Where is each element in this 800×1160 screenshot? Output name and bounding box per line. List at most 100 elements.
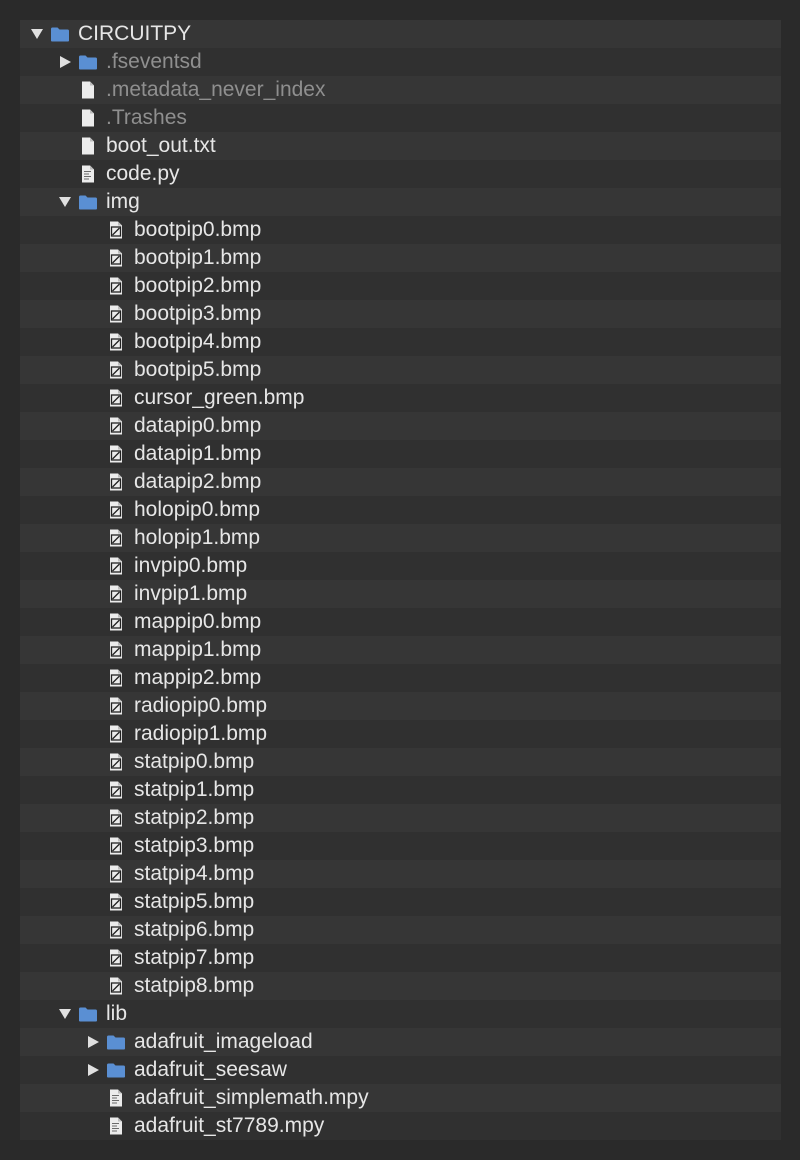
tree-row-file[interactable]: statpip3.bmp bbox=[20, 832, 781, 860]
tree-row-file[interactable]: .Trashes bbox=[20, 104, 781, 132]
tree-item-label: lib bbox=[106, 1002, 128, 1025]
image-file-icon bbox=[106, 809, 126, 827]
tree-row-file[interactable]: adafruit_st7789.mpy bbox=[20, 1112, 781, 1140]
tree-item-label: .Trashes bbox=[106, 106, 187, 129]
tree-row-file[interactable]: cursor_green.bmp bbox=[20, 384, 781, 412]
tree-item-label: .fseventsd bbox=[106, 50, 202, 73]
file-icon bbox=[78, 81, 98, 99]
tree-item-label: radiopip1.bmp bbox=[134, 722, 268, 745]
image-file-icon bbox=[106, 893, 126, 911]
folder-icon bbox=[106, 1033, 126, 1051]
image-file-icon bbox=[106, 277, 126, 295]
image-file-icon bbox=[106, 753, 126, 771]
tree-row-folder[interactable]: adafruit_seesaw bbox=[20, 1056, 781, 1084]
tree-row-file[interactable]: radiopip1.bmp bbox=[20, 720, 781, 748]
tree-row-file[interactable]: statpip5.bmp bbox=[20, 888, 781, 916]
tree-item-label: mappip1.bmp bbox=[134, 638, 262, 661]
image-file-icon bbox=[106, 697, 126, 715]
tree-item-label: statpip7.bmp bbox=[134, 946, 255, 969]
file-icon bbox=[78, 137, 98, 155]
tree-row-file[interactable]: invpip1.bmp bbox=[20, 580, 781, 608]
image-file-icon bbox=[106, 501, 126, 519]
python-file-icon bbox=[106, 1089, 126, 1107]
image-file-icon bbox=[106, 921, 126, 939]
tree-row-folder[interactable]: CIRCUITPY bbox=[20, 20, 781, 48]
tree-row-file[interactable]: adafruit_simplemath.mpy bbox=[20, 1084, 781, 1112]
image-file-icon bbox=[106, 725, 126, 743]
tree-item-label: statpip4.bmp bbox=[134, 862, 255, 885]
image-file-icon bbox=[106, 333, 126, 351]
tree-row-file[interactable]: datapip2.bmp bbox=[20, 468, 781, 496]
tree-row-folder[interactable]: img bbox=[20, 188, 781, 216]
tree-item-label: radiopip0.bmp bbox=[134, 694, 268, 717]
python-file-icon bbox=[78, 165, 98, 183]
tree-row-folder[interactable]: .fseventsd bbox=[20, 48, 781, 76]
image-file-icon bbox=[106, 669, 126, 687]
tree-row-file[interactable]: statpip0.bmp bbox=[20, 748, 781, 776]
tree-item-label: boot_out.txt bbox=[106, 134, 216, 157]
image-file-icon bbox=[106, 473, 126, 491]
tree-row-file[interactable]: mappip0.bmp bbox=[20, 608, 781, 636]
tree-item-label: adafruit_st7789.mpy bbox=[134, 1114, 325, 1137]
tree-row-file[interactable]: datapip1.bmp bbox=[20, 440, 781, 468]
image-file-icon bbox=[106, 949, 126, 967]
tree-row-file[interactable]: radiopip0.bmp bbox=[20, 692, 781, 720]
tree-item-label: datapip2.bmp bbox=[134, 470, 262, 493]
image-file-icon bbox=[106, 221, 126, 239]
tree-item-label: holopip1.bmp bbox=[134, 526, 261, 549]
disclosure-collapsed-icon[interactable] bbox=[85, 1028, 101, 1056]
folder-icon bbox=[78, 1005, 98, 1023]
tree-row-file[interactable]: statpip7.bmp bbox=[20, 944, 781, 972]
image-file-icon bbox=[106, 865, 126, 883]
tree-item-label: mappip2.bmp bbox=[134, 666, 262, 689]
folder-icon bbox=[106, 1061, 126, 1079]
tree-row-file[interactable]: statpip1.bmp bbox=[20, 776, 781, 804]
tree-item-label: statpip3.bmp bbox=[134, 834, 255, 857]
tree-row-file[interactable]: statpip8.bmp bbox=[20, 972, 781, 1000]
tree-item-label: adafruit_simplemath.mpy bbox=[134, 1086, 369, 1109]
tree-item-label: statpip2.bmp bbox=[134, 806, 255, 829]
tree-row-file[interactable]: bootpip4.bmp bbox=[20, 328, 781, 356]
tree-item-label: statpip6.bmp bbox=[134, 918, 255, 941]
tree-row-file[interactable]: holopip0.bmp bbox=[20, 496, 781, 524]
tree-row-file[interactable]: mappip1.bmp bbox=[20, 636, 781, 664]
image-file-icon bbox=[106, 557, 126, 575]
tree-row-file[interactable]: datapip0.bmp bbox=[20, 412, 781, 440]
image-file-icon bbox=[106, 417, 126, 435]
image-file-icon bbox=[106, 837, 126, 855]
disclosure-expanded-icon[interactable] bbox=[29, 20, 45, 48]
tree-item-label: statpip1.bmp bbox=[134, 778, 255, 801]
disclosure-expanded-icon[interactable] bbox=[57, 188, 73, 216]
tree-row-file[interactable]: statpip2.bmp bbox=[20, 804, 781, 832]
tree-item-label: holopip0.bmp bbox=[134, 498, 261, 521]
tree-item-label: bootpip1.bmp bbox=[134, 246, 262, 269]
disclosure-expanded-icon[interactable] bbox=[57, 1000, 73, 1028]
tree-row-file[interactable]: mappip2.bmp bbox=[20, 664, 781, 692]
tree-item-label: bootpip0.bmp bbox=[134, 218, 262, 241]
tree-row-file[interactable]: statpip4.bmp bbox=[20, 860, 781, 888]
image-file-icon bbox=[106, 977, 126, 995]
tree-row-file[interactable]: bootpip0.bmp bbox=[20, 216, 781, 244]
tree-row-folder[interactable]: adafruit_imageload bbox=[20, 1028, 781, 1056]
tree-item-label: mappip0.bmp bbox=[134, 610, 262, 633]
tree-row-file[interactable]: bootpip5.bmp bbox=[20, 356, 781, 384]
disclosure-collapsed-icon[interactable] bbox=[57, 48, 73, 76]
tree-item-label: .metadata_never_index bbox=[106, 78, 326, 101]
tree-row-file[interactable]: bootpip3.bmp bbox=[20, 300, 781, 328]
tree-row-file[interactable]: bootpip2.bmp bbox=[20, 272, 781, 300]
tree-row-file[interactable]: code.py bbox=[20, 160, 781, 188]
disclosure-collapsed-icon[interactable] bbox=[85, 1056, 101, 1084]
tree-row-file[interactable]: invpip0.bmp bbox=[20, 552, 781, 580]
image-file-icon bbox=[106, 529, 126, 547]
tree-row-file[interactable]: holopip1.bmp bbox=[20, 524, 781, 552]
tree-row-folder[interactable]: lib bbox=[20, 1000, 781, 1028]
tree-row-file[interactable]: boot_out.txt bbox=[20, 132, 781, 160]
tree-row-file[interactable]: .metadata_never_index bbox=[20, 76, 781, 104]
python-file-icon bbox=[106, 1117, 126, 1135]
tree-row-file[interactable]: bootpip1.bmp bbox=[20, 244, 781, 272]
tree-item-label: cursor_green.bmp bbox=[134, 386, 305, 409]
image-file-icon bbox=[106, 249, 126, 267]
folder-icon bbox=[78, 53, 98, 71]
tree-item-label: statpip0.bmp bbox=[134, 750, 255, 773]
tree-row-file[interactable]: statpip6.bmp bbox=[20, 916, 781, 944]
